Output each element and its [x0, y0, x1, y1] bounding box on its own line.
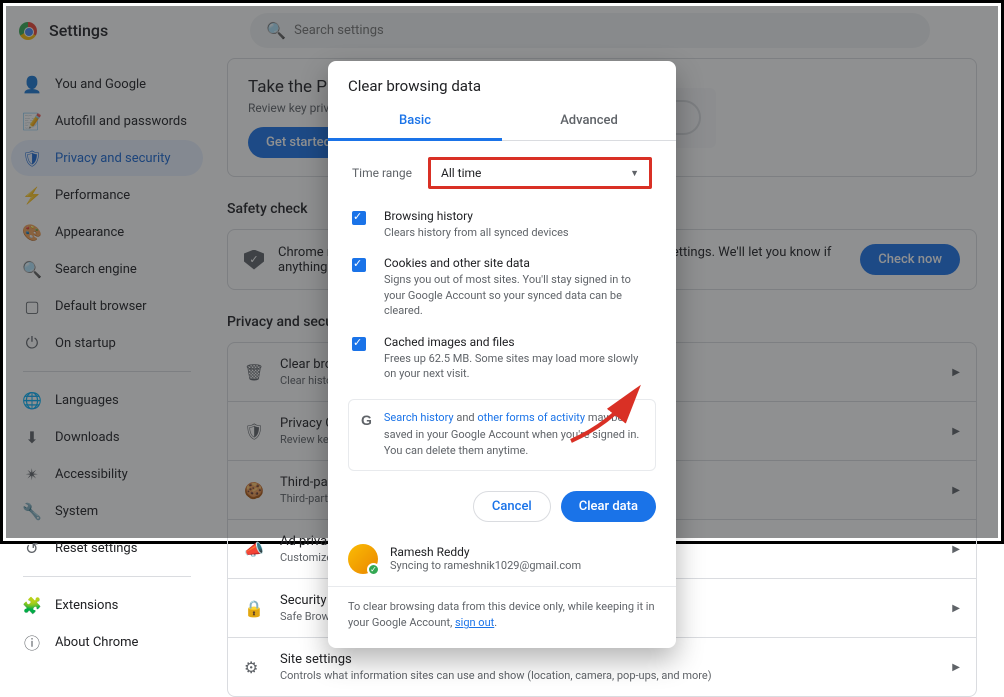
google-activity-info: G Search history and other forms of acti… [348, 399, 656, 471]
modal-overlay: Clear browsing data Basic Advanced Time … [6, 6, 998, 538]
check-title: Browsing history [384, 209, 569, 223]
sign-out-link[interactable]: sign out [455, 616, 494, 629]
clear-data-button[interactable]: Clear data [561, 491, 656, 522]
check-desc: Signs you out of most sites. You'll stay… [384, 272, 652, 318]
cancel-button[interactable]: Cancel [473, 491, 551, 522]
sidebar-icon: ↺ [23, 539, 41, 557]
sidebar-icon: ⓘ [23, 633, 41, 651]
tab-basic[interactable]: Basic [328, 103, 502, 141]
check-desc: Clears history from all synced devices [384, 225, 569, 240]
checkbox-row: Cached images and files Frees up 62.5 MB.… [328, 327, 676, 390]
sidebar-icon: 🧩 [23, 596, 41, 614]
sidebar-item-label: Reset settings [55, 541, 137, 556]
chevron-right-icon: ▶ [952, 544, 960, 555]
sidebar-item-label: About Chrome [55, 635, 138, 650]
time-range-label: Time range [352, 166, 412, 180]
row-title: Site settings [280, 652, 936, 667]
user-sync-status: Syncing to rameshnik1029@gmail.com [390, 559, 581, 572]
sidebar-divider [23, 576, 191, 577]
chevron-right-icon: ▶ [952, 662, 960, 673]
user-name: Ramesh Reddy [390, 545, 581, 559]
user-profile-row: ✓ Ramesh Reddy Syncing to rameshnik1029@… [328, 536, 676, 587]
google-icon: G [361, 410, 372, 431]
time-range-value: All time [441, 166, 481, 180]
dialog-title: Clear browsing data [328, 77, 676, 103]
row-icon: 📣 [244, 540, 264, 559]
checkbox[interactable] [352, 258, 366, 272]
checkbox[interactable] [352, 211, 366, 225]
check-desc: Frees up 62.5 MB. Some sites may load mo… [384, 351, 652, 382]
avatar: ✓ [348, 544, 378, 574]
sidebar-item-extensions[interactable]: 🧩 Extensions [11, 587, 203, 623]
tab-advanced[interactable]: Advanced [502, 103, 676, 140]
time-range-select[interactable]: All time ▼ [428, 157, 652, 189]
checkbox[interactable] [352, 337, 366, 351]
dialog-tabs: Basic Advanced [328, 103, 676, 141]
row-icon: 🔒 [244, 599, 264, 618]
check-title: Cookies and other site data [384, 256, 652, 270]
clear-browsing-data-dialog: Clear browsing data Basic Advanced Time … [328, 61, 676, 648]
chevron-down-icon: ▼ [630, 168, 639, 179]
row-desc: Controls what information sites can use … [280, 669, 936, 682]
sidebar-item-about-chrome[interactable]: ⓘ About Chrome [11, 624, 203, 660]
checkbox-row: Cookies and other site data Signs you out… [328, 248, 676, 326]
chevron-right-icon: ▶ [952, 603, 960, 614]
footer-note: To clear browsing data from this device … [328, 587, 676, 648]
checkbox-row: Browsing history Clears history from all … [328, 201, 676, 248]
search-history-link[interactable]: Search history [384, 411, 454, 424]
sidebar-item-label: Extensions [55, 598, 118, 613]
other-activity-link[interactable]: other forms of activity [477, 411, 585, 424]
check-title: Cached images and files [384, 335, 652, 349]
sync-badge-icon: ✓ [367, 563, 380, 576]
row-icon: ⚙ [244, 658, 264, 677]
